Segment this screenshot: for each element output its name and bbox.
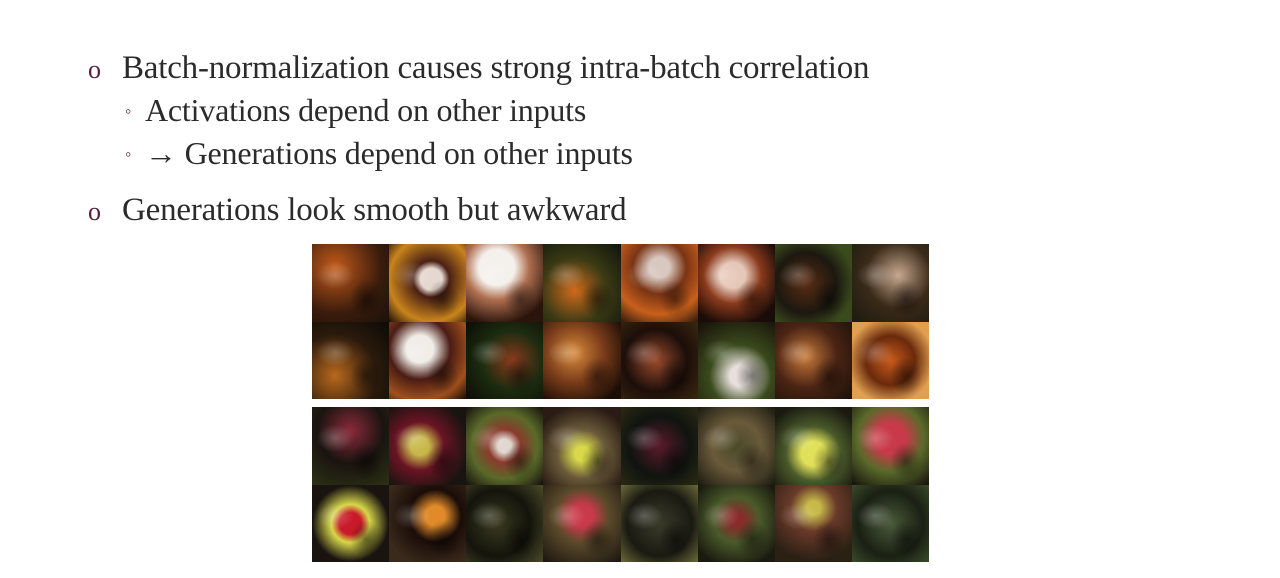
generated-image (543, 407, 621, 485)
generated-image (466, 321, 544, 399)
generated-image (697, 244, 775, 322)
generated-image (697, 484, 775, 562)
bullet-marker: o (88, 55, 101, 84)
generated-image (620, 407, 698, 485)
bullet-batchnorm: o Batch-normalization causes strong intr… (88, 50, 870, 87)
generated-image (697, 407, 775, 485)
sub-bullet-generations: ◦ → Generations depend on other inputs (125, 135, 633, 172)
bullet-marker: o (88, 197, 101, 226)
sub-bullet-marker: ◦ (125, 144, 132, 164)
generated-image (697, 321, 775, 399)
generated-image (543, 321, 621, 399)
generated-image (543, 484, 621, 562)
generated-image (312, 407, 390, 485)
generated-image (851, 244, 929, 322)
bullet-text: Batch-normalization causes strong intra-… (122, 50, 870, 86)
generated-image (851, 321, 929, 399)
generated-image (774, 484, 852, 562)
generated-image (543, 244, 621, 322)
generated-images-grid-top (312, 244, 929, 399)
generated-image (389, 484, 467, 562)
generated-image (466, 407, 544, 485)
sub-bullet-text: Activations depend on other inputs (145, 92, 587, 128)
generated-image (389, 407, 467, 485)
generated-image (851, 484, 929, 562)
generated-image (774, 407, 852, 485)
bullet-text: Generations look smooth but awkward (122, 192, 627, 228)
bullet-smooth-awkward: o Generations look smooth but awkward (88, 192, 627, 229)
sub-bullet-marker: ◦ (125, 101, 132, 121)
sub-bullet-activations: ◦ Activations depend on other inputs (125, 92, 586, 129)
generated-image (312, 321, 390, 399)
generated-image (620, 244, 698, 322)
generated-image (851, 407, 929, 485)
sub-bullet-text: → Generations depend on other inputs (145, 135, 633, 171)
generated-image (620, 484, 698, 562)
generated-image (774, 321, 852, 399)
generated-image (312, 244, 390, 322)
generated-images-grid-bottom (312, 407, 929, 562)
generated-image (389, 321, 467, 399)
generated-image (466, 484, 544, 562)
generated-image (389, 244, 467, 322)
generated-image (620, 321, 698, 399)
generated-image (774, 244, 852, 322)
generated-image (466, 244, 544, 322)
generated-image (312, 484, 390, 562)
